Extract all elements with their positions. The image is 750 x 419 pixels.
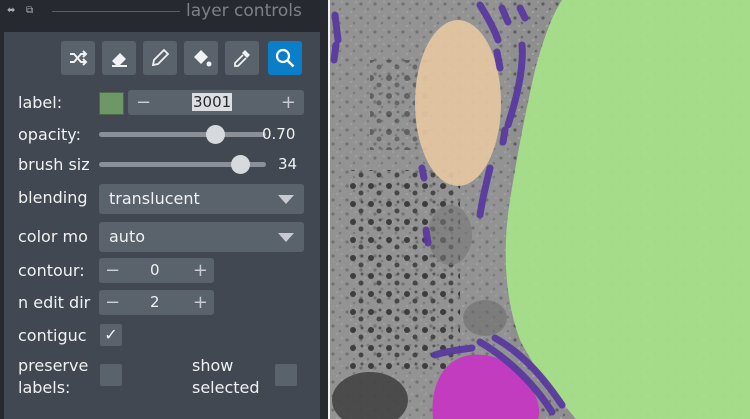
label-region-tan xyxy=(415,20,501,186)
preserve-labels-checkbox[interactable] xyxy=(100,364,122,386)
label-increment-button[interactable]: + xyxy=(281,90,296,115)
color-mode-label: color mo xyxy=(18,227,88,246)
label-region-green xyxy=(505,0,750,419)
n-edit-dim-spinbox[interactable]: − 2 + xyxy=(99,290,214,315)
erase-icon xyxy=(112,53,127,67)
contour-spinbox[interactable]: − 0 + xyxy=(99,258,214,283)
pick-icon xyxy=(234,50,250,67)
label-spinbox[interactable]: − 3001 + xyxy=(128,90,304,115)
blending-label: blending xyxy=(18,188,88,207)
n-edit-dim-label: n edit dir xyxy=(18,293,91,312)
opacity-value: 0.70 xyxy=(262,125,296,143)
panel-title: layer controls xyxy=(186,1,302,21)
shuffle-colors-icon xyxy=(70,50,88,66)
contiguous-label: contiguc xyxy=(18,326,87,345)
contour-increment-button[interactable]: + xyxy=(193,258,208,283)
chevron-down-icon xyxy=(278,233,294,242)
contour-label: contour: xyxy=(18,261,85,280)
layer-controls-panel: ⬌ ⧉ layer controls label: − 3001 + opaci… xyxy=(0,0,328,419)
label-decrement-button[interactable]: − xyxy=(136,90,151,115)
blending-dropdown[interactable]: translucent xyxy=(99,184,304,214)
contour-decrement-button[interactable]: − xyxy=(105,258,120,283)
fill-button[interactable] xyxy=(184,41,218,75)
pick-button[interactable] xyxy=(225,41,259,75)
n-edit-dim-decrement-button[interactable]: − xyxy=(105,290,120,315)
paint-button[interactable] xyxy=(143,41,177,75)
label-color-swatch xyxy=(99,92,124,115)
panel-gutter xyxy=(320,0,328,419)
brush-size-value: 34 xyxy=(278,155,298,173)
preserve-labels-label-line1: preserve xyxy=(18,356,89,375)
color-mode-dropdown[interactable]: auto xyxy=(99,222,304,252)
pan-zoom-icon xyxy=(275,48,295,68)
label-label: label: xyxy=(18,93,63,112)
checkmark-icon: ✓ xyxy=(104,325,118,344)
label-value[interactable]: 3001 xyxy=(192,93,233,111)
paint-icon xyxy=(151,48,170,67)
close-icon[interactable]: ⧉ xyxy=(26,6,33,16)
fill-icon xyxy=(194,50,212,67)
chevron-down-icon xyxy=(278,195,294,204)
n-edit-dim-value[interactable]: 2 xyxy=(150,290,160,315)
brush-size-label: brush siz xyxy=(18,155,90,174)
opacity-slider[interactable] xyxy=(99,132,266,137)
opacity-label: opacity: xyxy=(18,125,81,144)
image-canvas[interactable] xyxy=(330,0,750,419)
show-selected-label-line1: show xyxy=(192,356,234,375)
blending-value: translucent xyxy=(109,189,200,208)
n-edit-dim-increment-button[interactable]: + xyxy=(193,290,208,315)
color-mode-value: auto xyxy=(109,227,146,246)
float-icon[interactable]: ⬌ xyxy=(7,6,15,16)
em-image xyxy=(330,0,750,419)
shuffle-colors-button[interactable] xyxy=(61,41,95,75)
title-divider xyxy=(52,11,180,12)
contiguous-checkbox[interactable]: ✓ xyxy=(100,324,122,346)
show-selected-checkbox[interactable] xyxy=(275,364,297,386)
contour-value[interactable]: 0 xyxy=(150,258,160,283)
title-bar: ⬌ ⧉ layer controls xyxy=(0,0,328,30)
preserve-labels-label-line2: labels: xyxy=(18,378,71,397)
show-selected-label-line2: selected xyxy=(192,378,260,397)
pan-zoom-button[interactable] xyxy=(268,41,302,75)
erase-button[interactable] xyxy=(102,41,136,75)
